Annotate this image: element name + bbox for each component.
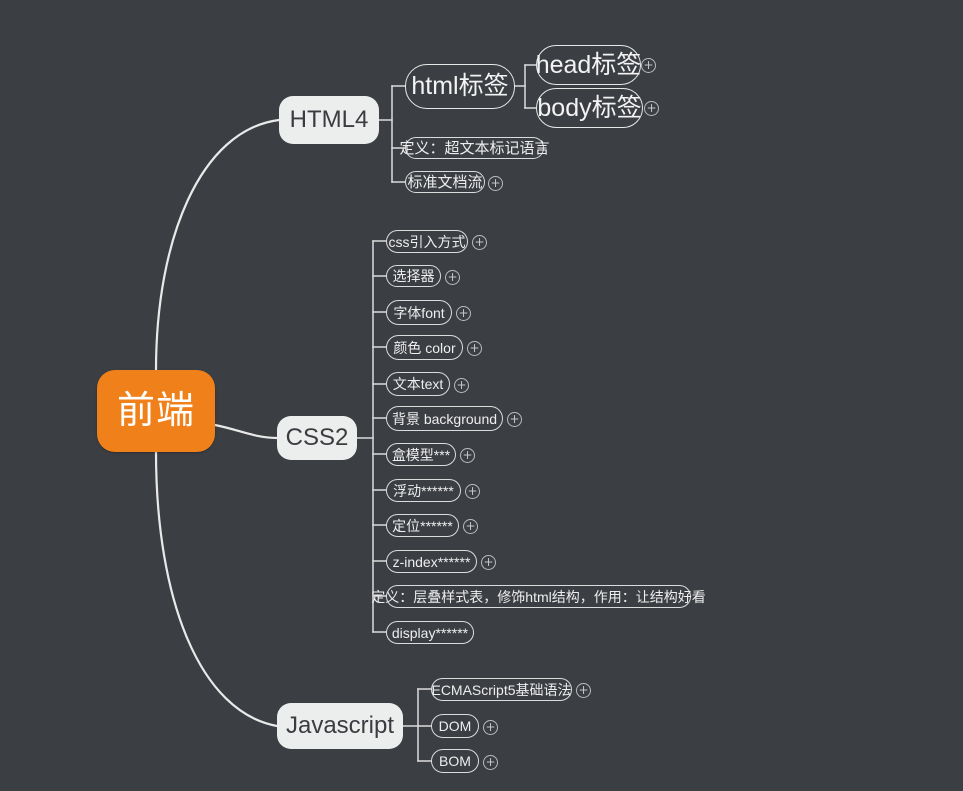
node-label-html-definition: 定义：超文本标记语言 <box>399 139 550 157</box>
node-label-font: 字体font <box>393 304 445 321</box>
expander-selector[interactable] <box>445 270 460 285</box>
branch-label-html4: HTML4 <box>289 106 369 133</box>
node-position[interactable]: 定位****** <box>386 514 459 537</box>
node-label-head-tag: head标签 <box>535 50 642 79</box>
node-bom[interactable]: BOM <box>431 749 479 773</box>
node-label-color: 颜色 color <box>393 339 456 356</box>
branch-node-javascript[interactable]: Javascript <box>277 703 403 749</box>
expander-position[interactable] <box>463 519 478 534</box>
expander-text[interactable] <box>454 378 469 393</box>
expander-document-flow[interactable] <box>488 176 503 191</box>
branch-node-css2[interactable]: CSS2 <box>277 416 357 460</box>
node-text[interactable]: 文本text <box>386 372 450 396</box>
node-label-ecmascript5: ECMAScript5基础语法 <box>431 681 572 698</box>
mindmap-root-node[interactable]: 前端 <box>97 370 215 452</box>
expander-head-tag[interactable] <box>641 58 656 73</box>
expander-box-model[interactable] <box>460 448 475 463</box>
node-html-definition[interactable]: 定义：超文本标记语言 <box>400 137 550 159</box>
expander-ecmascript5[interactable] <box>576 683 591 698</box>
node-label-css-import: css引入方式 <box>388 233 466 250</box>
node-label-html-tag: html标签 <box>411 72 509 100</box>
node-label-float: 浮动****** <box>393 482 454 499</box>
node-label-position: 定位****** <box>392 517 453 534</box>
node-label-box-model: 盒模型*** <box>391 446 451 463</box>
node-display[interactable]: display****** <box>386 621 474 644</box>
node-background[interactable]: 背景 background <box>386 406 503 431</box>
expander-dom[interactable] <box>483 720 498 735</box>
edge-root-html4 <box>154 118 281 372</box>
node-label-body-tag: body标签 <box>537 93 642 122</box>
node-dom[interactable]: DOM <box>431 714 479 738</box>
node-document-flow[interactable]: 标准文档流 <box>405 171 485 193</box>
root-label: 前端 <box>116 390 195 432</box>
node-css-import[interactable]: css引入方式 <box>386 230 468 253</box>
node-label-background: 背景 background <box>391 410 498 427</box>
node-label-bom: BOM <box>439 753 471 769</box>
branch-node-html4[interactable]: HTML4 <box>279 96 379 144</box>
edge-root-javascript <box>154 450 279 728</box>
node-label-selector: 选择器 <box>392 268 435 284</box>
node-head-tag[interactable]: head标签 <box>536 45 641 85</box>
node-label-text: 文本text <box>392 376 444 392</box>
branch-label-javascript: Javascript <box>285 712 395 739</box>
expander-css-import[interactable] <box>472 235 487 250</box>
node-selector[interactable]: 选择器 <box>386 265 441 287</box>
node-label-z-index: z-index****** <box>392 553 471 570</box>
expander-z-index[interactable] <box>481 555 496 570</box>
expander-bom[interactable] <box>483 755 498 770</box>
expander-float[interactable] <box>465 484 480 499</box>
expander-background[interactable] <box>507 412 522 427</box>
expander-font[interactable] <box>456 306 471 321</box>
node-label-document-flow: 标准文档流 <box>407 173 483 191</box>
mindmap-canvas: 前端 HTML4 html标签 head标签 body标签 定义：超文本标记语言… <box>0 0 963 791</box>
edge-root-css2 <box>213 423 279 440</box>
node-float[interactable]: 浮动****** <box>386 479 461 502</box>
node-font[interactable]: 字体font <box>386 300 452 325</box>
node-z-index[interactable]: z-index****** <box>386 550 477 573</box>
node-label-css-definition: 定义：层叠样式表，修饰html结构，作用：让结构好看 <box>371 588 706 605</box>
node-ecmascript5[interactable]: ECMAScript5基础语法 <box>431 678 572 701</box>
node-css-definition[interactable]: 定义：层叠样式表，修饰html结构，作用：让结构好看 <box>371 585 706 608</box>
node-label-display: display****** <box>391 624 469 641</box>
branch-label-css2: CSS2 <box>285 424 349 451</box>
node-label-dom: DOM <box>438 718 472 734</box>
node-html-tag[interactable]: html标签 <box>405 64 515 109</box>
expander-body-tag[interactable] <box>644 101 659 116</box>
node-box-model[interactable]: 盒模型*** <box>386 443 456 466</box>
node-color[interactable]: 颜色 color <box>386 335 463 360</box>
node-body-tag[interactable]: body标签 <box>536 88 643 128</box>
expander-color[interactable] <box>467 341 482 356</box>
